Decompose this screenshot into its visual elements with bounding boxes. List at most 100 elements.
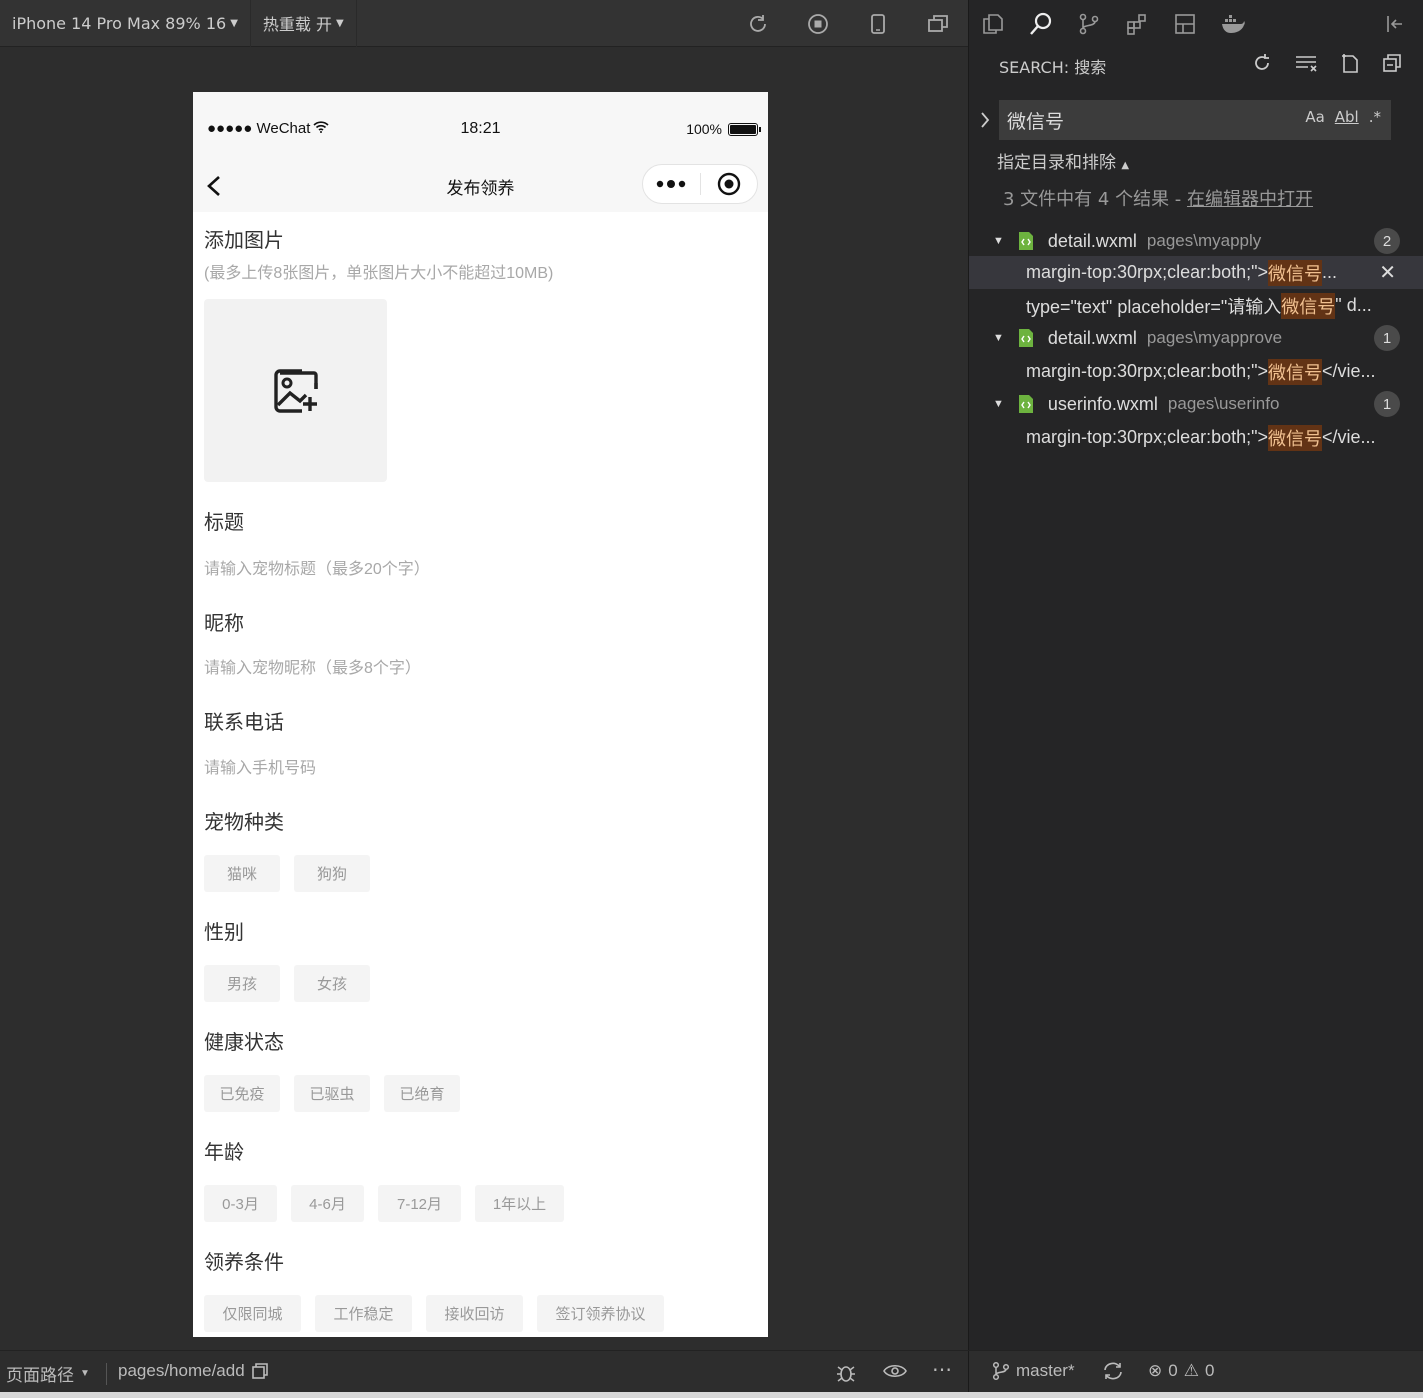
wxml-file-icon — [1018, 329, 1033, 347]
title-label: 标题 — [204, 512, 244, 534]
add-image-label: 添加图片 — [204, 230, 284, 252]
image-upload-button[interactable] — [204, 299, 387, 482]
chevron-down-icon: ▼ — [993, 332, 1004, 344]
regex-toggle[interactable]: .* — [1369, 108, 1381, 126]
result-match[interactable]: margin-top:30rpx;clear:both;"> 微信号 </vie..… — [969, 421, 1423, 454]
result-match[interactable]: margin-top:30rpx;clear:both;"> 微信号... ✕ — [969, 256, 1423, 289]
search-header: SEARCH: 搜索 — [969, 48, 1423, 84]
collapse-all-icon[interactable] — [1381, 52, 1403, 74]
warning-icon: ⚠ — [1183, 1361, 1199, 1380]
page-path: pages/home/add — [118, 1361, 269, 1381]
error-icon: ⊗ — [1148, 1361, 1163, 1380]
layout-icon[interactable] — [1161, 0, 1209, 48]
result-file[interactable]: ▼ detail.wxml pages\myapply 2 — [969, 226, 1423, 256]
search-input[interactable]: 微信号 Aa Abl .* — [999, 100, 1391, 140]
more-icon[interactable] — [643, 165, 700, 203]
result-match[interactable]: margin-top:30rpx;clear:both;"> 微信号 </vie..… — [969, 355, 1423, 388]
dismiss-result-icon[interactable]: ✕ — [1379, 260, 1396, 285]
health-option-vaccinated[interactable]: 已免疫 — [204, 1075, 280, 1112]
conditions-label: 领养条件 — [204, 1252, 284, 1274]
age-option-4-6[interactable]: 4-6月 — [291, 1185, 364, 1222]
age-label: 年龄 — [204, 1142, 244, 1164]
open-in-editor-link[interactable]: 在编辑器中打开 — [1187, 189, 1313, 210]
gender-option-girl[interactable]: 女孩 — [294, 965, 370, 1002]
more-options-icon[interactable]: ⋯ — [932, 1357, 952, 1382]
match-case-toggle[interactable]: Aa — [1305, 108, 1324, 126]
docker-icon[interactable] — [1209, 0, 1257, 48]
conditions-options: 仅限同城 工作稳定 接收回访 签订领养协议 — [204, 1295, 757, 1332]
gender-option-boy[interactable]: 男孩 — [204, 965, 280, 1002]
chevron-down-icon: ▼ — [230, 17, 238, 29]
phone-preview-icon[interactable] — [848, 0, 908, 47]
eye-icon[interactable] — [882, 1361, 908, 1381]
age-options: 0-3月 4-6月 7-12月 1年以上 — [204, 1185, 757, 1222]
copy-icon[interactable] — [251, 1362, 269, 1380]
add-image-icon — [273, 368, 318, 413]
match-count-badge: 1 — [1374, 325, 1400, 351]
chevron-down-icon: ▼ — [80, 1368, 90, 1379]
health-options: 已免疫 已驱虫 已绝育 — [204, 1075, 757, 1112]
extensions-icon[interactable] — [1113, 0, 1161, 48]
condition-stable-job[interactable]: 工作稳定 — [315, 1295, 412, 1332]
condition-sign-agreement[interactable]: 签订领养协议 — [537, 1295, 664, 1332]
toggle-replace-icon[interactable] — [979, 110, 991, 130]
chevron-down-icon: ▼ — [993, 235, 1004, 247]
match-count-badge: 2 — [1374, 228, 1400, 254]
gender-label: 性别 — [204, 922, 244, 944]
phone-label: 联系电话 — [204, 712, 284, 734]
page-path-selector[interactable]: 页面路径 ▼ — [6, 1361, 90, 1386]
search-panel: SEARCH: 搜索 微信号 Aa Abl .* 指定目录和排除 ▲ 3 文件中… — [968, 0, 1423, 1350]
age-option-0-3[interactable]: 0-3月 — [204, 1185, 277, 1222]
sync-icon[interactable] — [1102, 1361, 1124, 1381]
search-header-title: SEARCH: 搜索 — [999, 58, 1107, 77]
search-query: 微信号 — [1007, 110, 1065, 133]
debug-icon[interactable] — [834, 1361, 858, 1385]
caret-up-icon: ▲ — [1121, 160, 1130, 171]
result-match[interactable]: type="text" placeholder="请输入 微信号 " d... — [969, 289, 1423, 322]
phone-screen: ●●●●● WeChat 18:21 100% 发布领养 添加图片 (最多上传8… — [193, 92, 768, 1337]
health-option-neutered[interactable]: 已绝育 — [384, 1075, 460, 1112]
close-miniprogram-icon[interactable] — [701, 165, 758, 203]
nickname-label: 昵称 — [204, 613, 244, 635]
collapse-panel-icon[interactable] — [1371, 0, 1419, 48]
wxml-file-icon — [1018, 232, 1033, 250]
age-option-7-12[interactable]: 7-12月 — [378, 1185, 461, 1222]
species-option-dog[interactable]: 狗狗 — [294, 855, 370, 892]
source-control-icon[interactable] — [1065, 0, 1113, 48]
age-option-1y-plus[interactable]: 1年以上 — [475, 1185, 564, 1222]
search-icon[interactable] — [1017, 0, 1065, 48]
match-count-badge: 1 — [1374, 391, 1400, 417]
result-file[interactable]: ▼ detail.wxml pages\myapprove 1 — [969, 323, 1423, 353]
result-file[interactable]: ▼ userinfo.wxml pages\userinfo 1 — [969, 389, 1423, 419]
device-label: iPhone 14 Pro Max 89% 16 — [12, 13, 227, 33]
species-label: 宠物种类 — [204, 812, 284, 834]
explorer-icon[interactable] — [969, 0, 1017, 48]
chevron-down-icon: ▼ — [993, 398, 1004, 410]
branch-icon — [992, 1361, 1010, 1381]
condition-same-city[interactable]: 仅限同城 — [204, 1295, 301, 1332]
device-selector[interactable]: iPhone 14 Pro Max 89% 16 ▼ — [0, 0, 251, 47]
species-option-cat[interactable]: 猫咪 — [204, 855, 280, 892]
phone-input[interactable]: 请输入手机号码 — [204, 754, 757, 778]
hot-reload-label: 热重载 开 — [262, 15, 332, 34]
include-exclude-toggle[interactable]: 指定目录和排除 ▲ — [997, 148, 1129, 173]
git-branch[interactable]: master* — [992, 1361, 1075, 1381]
status-bar-bottom: 页面路径 ▼ pages/home/add ⋯ master* ⊗ 0 ⚠ 0 — [0, 1350, 1423, 1398]
results-summary: 3 文件中有 4 个结果 - 在编辑器中打开 — [1003, 189, 1314, 210]
problems-indicator[interactable]: ⊗ 0 ⚠ 0 — [1148, 1361, 1214, 1381]
stop-icon[interactable] — [788, 0, 848, 47]
activity-bar — [969, 0, 1423, 48]
species-options: 猫咪 狗狗 — [204, 855, 757, 892]
detach-window-icon[interactable] — [908, 0, 968, 47]
health-option-dewormed[interactable]: 已驱虫 — [294, 1075, 370, 1112]
title-input[interactable]: 请输入宠物标题（最多20个字） — [204, 555, 757, 579]
nickname-input[interactable]: 请输入宠物昵称（最多8个字） — [204, 654, 757, 678]
hot-reload-toggle[interactable]: 热重载 开 ▼ — [251, 0, 357, 47]
health-label: 健康状态 — [204, 1032, 284, 1054]
refresh-icon[interactable] — [728, 0, 788, 47]
refresh-results-icon[interactable] — [1251, 52, 1273, 74]
clear-results-icon[interactable] — [1293, 52, 1319, 74]
condition-accept-visit[interactable]: 接收回访 — [426, 1295, 523, 1332]
match-whole-word-toggle[interactable]: Abl — [1335, 108, 1359, 126]
new-search-editor-icon[interactable] — [1339, 52, 1361, 74]
